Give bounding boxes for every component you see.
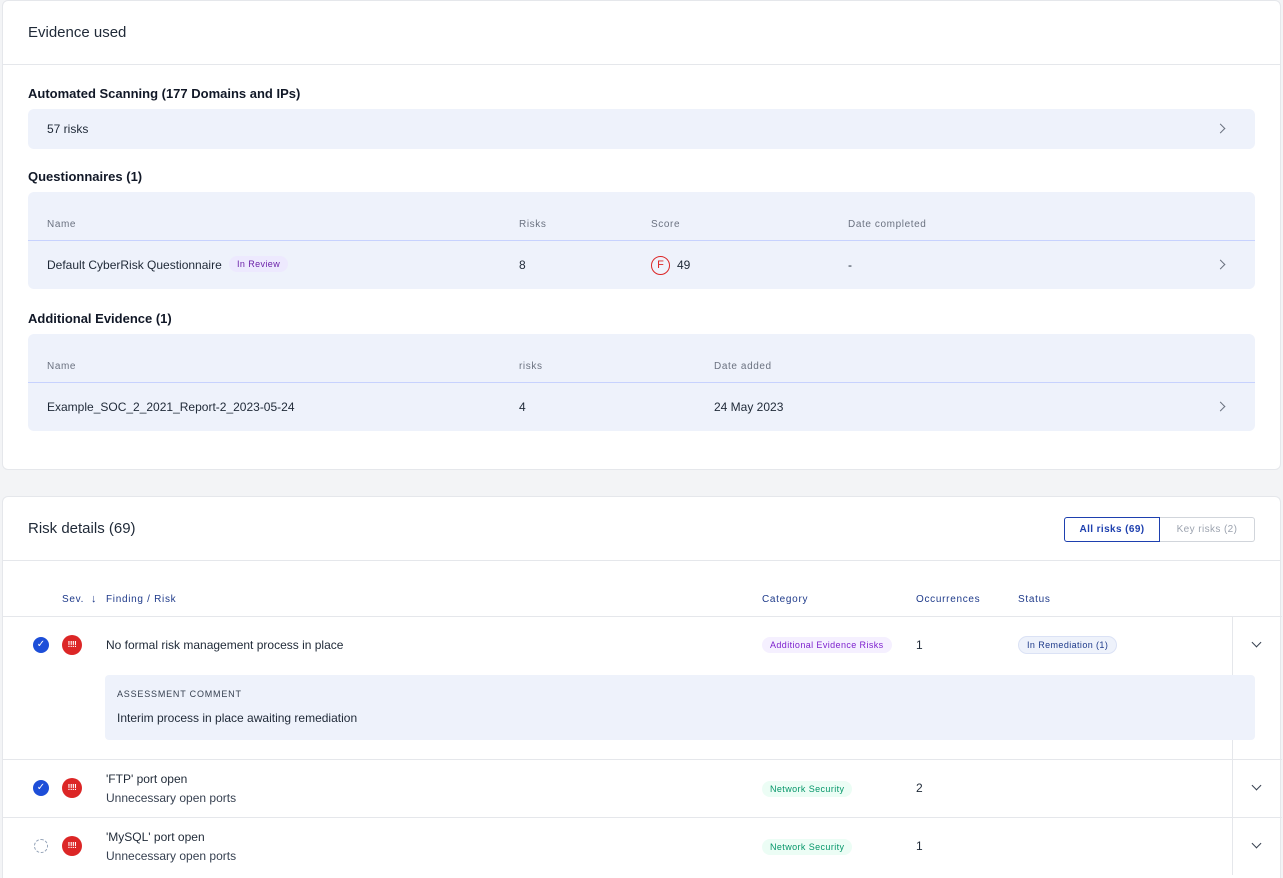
critical-severity-icon: !!!! xyxy=(62,635,82,655)
col-finding: Finding / Risk xyxy=(106,594,177,605)
col-date-completed: Date completed xyxy=(848,219,927,230)
chevron-down-icon[interactable] xyxy=(1251,780,1262,791)
col-date-added: Date added xyxy=(714,361,772,372)
risk-title: 'MySQL' port open xyxy=(106,830,205,844)
questionnaires-title: Questionnaires (1) xyxy=(28,169,143,184)
comment-label: ASSESSMENT COMMENT xyxy=(117,689,242,699)
questionnaire-risks: 8 xyxy=(519,258,526,272)
occurrences-count: 1 xyxy=(916,638,923,652)
risk-subtitle: Unnecessary open ports xyxy=(106,791,237,805)
category-badge: Additional Evidence Risks xyxy=(762,637,892,653)
chevron-right-icon xyxy=(1215,123,1226,134)
assessment-comment: ASSESSMENT COMMENT Interim process in pl… xyxy=(105,675,1255,740)
column-divider xyxy=(1232,760,1233,817)
automated-scanning-row[interactable]: 57 risks xyxy=(28,109,1255,149)
col-status: Status xyxy=(1018,594,1051,605)
all-risks-tab[interactable]: All risks (69) xyxy=(1064,517,1160,542)
automated-risks-count: 57 risks xyxy=(47,122,89,136)
table-row[interactable]: Example_SOC_2_2021_Report-2_2023-05-24 4… xyxy=(28,383,1255,431)
questionnaires-table: Name Risks Score Date completed Default … xyxy=(28,192,1255,289)
comment-text: Interim process in place awaiting remedi… xyxy=(117,711,358,725)
evidence-risks: 4 xyxy=(519,400,526,414)
chevron-down-icon[interactable] xyxy=(1251,838,1262,849)
evidence-header: Evidence used xyxy=(3,1,1280,65)
evidence-title: Evidence used xyxy=(28,24,127,41)
chevron-right-icon xyxy=(1215,259,1226,270)
category-badge: Network Security xyxy=(762,781,853,797)
risk-row[interactable]: !!!! 'MySQL' port open Unnecessary open … xyxy=(3,818,1282,875)
col-name: Name xyxy=(47,361,77,372)
evidence-card: Evidence used Automated Scanning (177 Do… xyxy=(2,0,1281,470)
automated-scanning-title: Automated Scanning (177 Domains and IPs) xyxy=(28,86,301,101)
grade-badge: F xyxy=(651,256,670,275)
chevron-down-icon[interactable] xyxy=(1251,637,1262,648)
col-name: Name xyxy=(47,219,77,230)
risk-details-title: Risk details (69) xyxy=(28,520,136,537)
col-score: Score xyxy=(651,219,681,230)
risk-title: 'FTP' port open xyxy=(106,772,188,786)
table-row[interactable]: Default CyberRisk Questionnaire In Revie… xyxy=(28,241,1255,289)
unverified-icon xyxy=(34,839,48,853)
risk-details-card: Risk details (69) All risks (69) Key ris… xyxy=(2,496,1282,878)
col-severity[interactable]: Sev. xyxy=(62,594,84,605)
additional-evidence-title: Additional Evidence (1) xyxy=(28,311,172,326)
risk-row[interactable]: ✓ !!!! 'FTP' port open Unnecessary open … xyxy=(3,760,1282,817)
status-badge: In Remediation (1) xyxy=(1018,636,1118,654)
category-badge: Network Security xyxy=(762,839,853,855)
questionnaire-score: 49 xyxy=(677,258,691,272)
additional-evidence-table: Name risks Date added Example_SOC_2_2021… xyxy=(28,334,1255,431)
evidence-date: 24 May 2023 xyxy=(714,400,784,414)
questionnaire-date: - xyxy=(848,258,852,272)
col-occurrences: Occurrences xyxy=(916,594,981,605)
status-badge: In Review xyxy=(229,256,289,272)
critical-severity-icon: !!!! xyxy=(62,778,82,798)
evidence-name: Example_SOC_2_2021_Report-2_2023-05-24 xyxy=(47,400,295,414)
col-category: Category xyxy=(762,594,809,605)
critical-severity-icon: !!!! xyxy=(62,836,82,856)
key-risks-tab[interactable]: Key risks (2) xyxy=(1160,517,1255,542)
col-risks: Risks xyxy=(519,219,547,230)
occurrences-count: 1 xyxy=(916,839,923,853)
verified-check-icon: ✓ xyxy=(33,780,49,796)
verified-check-icon: ✓ xyxy=(33,637,49,653)
occurrences-count: 2 xyxy=(916,781,923,795)
sort-arrow-icon[interactable]: ↓ xyxy=(91,593,97,605)
questionnaire-name: Default CyberRisk Questionnaire xyxy=(47,258,222,272)
col-risks: risks xyxy=(519,361,543,372)
risk-title: No formal risk management process in pla… xyxy=(106,638,344,652)
column-divider xyxy=(1232,818,1233,875)
chevron-right-icon xyxy=(1215,401,1226,412)
risk-subtitle: Unnecessary open ports xyxy=(106,849,237,863)
